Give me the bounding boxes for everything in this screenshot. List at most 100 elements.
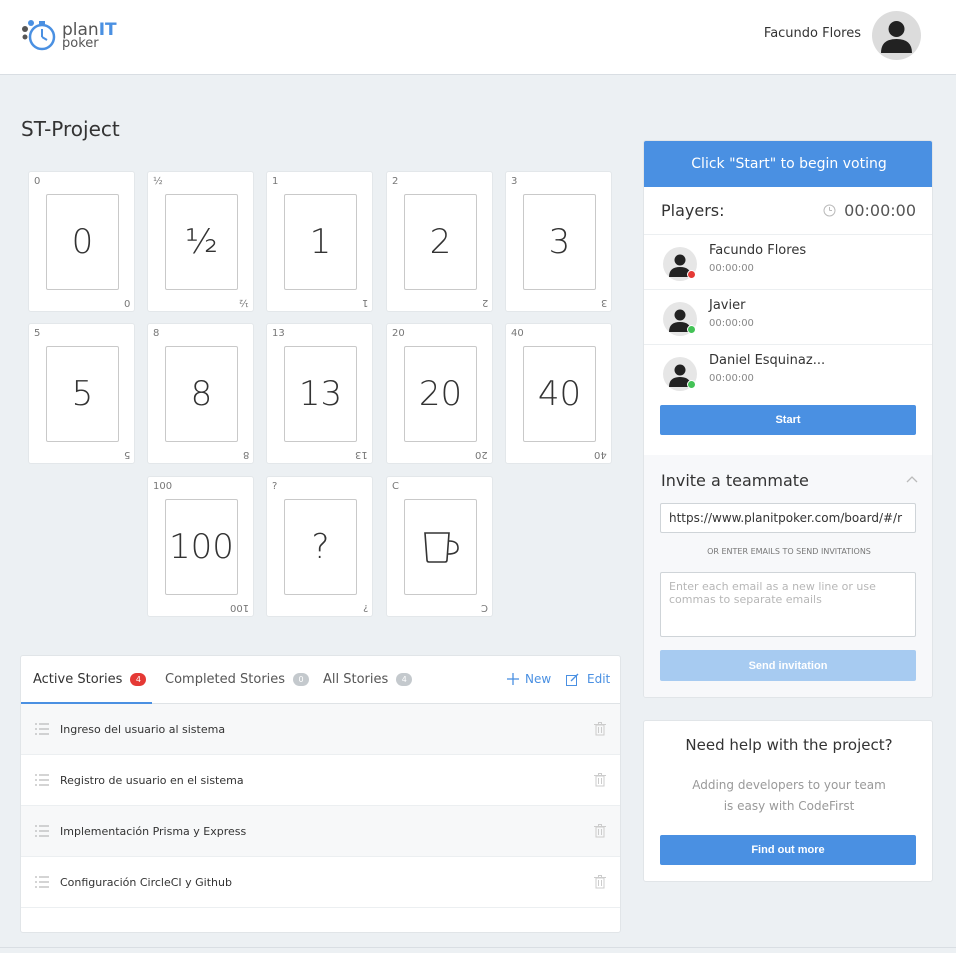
story-title: Implementación Prisma y Express: [60, 824, 247, 838]
card-face-value: 40: [523, 346, 596, 442]
card-corner-label: C: [392, 481, 399, 492]
card-face-value: 8: [165, 346, 238, 442]
poker-card[interactable]: 555: [28, 323, 135, 464]
trash-icon[interactable]: [594, 875, 606, 889]
story-row[interactable]: Implementación Prisma y Express: [21, 806, 620, 857]
card-face-value: 0: [46, 194, 119, 290]
new-story-button[interactable]: New: [507, 672, 551, 686]
poker-card[interactable]: ½½½: [147, 171, 254, 312]
card-corner-label: 100: [153, 481, 173, 492]
email-invite-field[interactable]: [660, 572, 916, 637]
help-text-line: Adding developers to your team: [692, 778, 886, 792]
count-badge: 4: [396, 673, 413, 686]
send-invitation-button[interactable]: Send invitation: [660, 650, 916, 681]
card-corner-label: 0: [34, 176, 41, 187]
poker-card[interactable]: 333: [505, 171, 612, 312]
stories-panel: Active Stories 4 Completed Stories 0 All…: [20, 655, 621, 933]
stopwatch-logo-icon: [22, 20, 56, 51]
user-silhouette-icon: [881, 21, 912, 53]
player-time: 00:00:00: [709, 318, 754, 329]
trash-icon[interactable]: [594, 773, 606, 787]
help-text: Adding developers to your team is easy w…: [644, 775, 934, 817]
count-badge: 0: [293, 673, 310, 686]
poker-card[interactable]: CC: [386, 476, 493, 617]
tab-active-stories[interactable]: Active Stories 4: [33, 672, 147, 687]
poker-card[interactable]: 222: [386, 171, 493, 312]
drag-handle-icon[interactable]: [35, 876, 49, 888]
presence-status-dot: [687, 270, 696, 279]
story-title: Ingreso del usuario al sistema: [60, 722, 226, 736]
trash-icon[interactable]: [594, 824, 606, 838]
help-title: Need help with the project?: [685, 736, 893, 754]
card-face-value: ½: [165, 194, 238, 290]
player-row: Daniel Esquinaz... 00:00:00: [644, 344, 932, 398]
card-corner-label: 40: [511, 328, 524, 339]
card-face-value: 20: [404, 346, 477, 442]
chevron-up-icon[interactable]: [906, 475, 918, 483]
card-corner-label: 2: [481, 297, 488, 308]
card-face-value: 3: [523, 194, 596, 290]
find-out-more-button[interactable]: Find out more: [660, 835, 916, 865]
card-face-value: 1: [284, 194, 357, 290]
card-corner-label: 8: [242, 449, 249, 460]
header-user-name[interactable]: Facundo Flores: [764, 26, 861, 41]
timer-value: 00:00:00: [844, 201, 916, 220]
card-corner-label: ½: [239, 297, 249, 308]
tab-completed-stories[interactable]: Completed Stories 0: [165, 672, 310, 687]
tab-label: Completed Stories: [165, 672, 286, 687]
player-name: Javier: [709, 298, 746, 313]
story-row[interactable]: Registro de usuario en el sistema: [21, 755, 620, 806]
poker-card[interactable]: ???: [266, 476, 373, 617]
card-face-value: 13: [284, 346, 357, 442]
card-corner-label: 2: [392, 176, 399, 187]
players-label: Players:: [661, 201, 725, 220]
card-face-value: ?: [284, 499, 357, 595]
trash-icon[interactable]: [594, 722, 606, 736]
new-label: New: [525, 672, 552, 686]
card-corner-label: 3: [600, 297, 607, 308]
invite-section: Invite a teammate OR ENTER EMAILS TO SEN…: [644, 455, 932, 697]
poker-card[interactable]: 111: [266, 171, 373, 312]
planit-poker-logo[interactable]: planIT poker: [20, 16, 130, 56]
presence-status-dot: [687, 325, 696, 334]
card-corner-label: 5: [123, 449, 130, 460]
poker-card[interactable]: 13 13 13: [266, 323, 373, 464]
poker-card[interactable]: 888: [147, 323, 254, 464]
invite-url-field[interactable]: [660, 503, 916, 533]
card-corner-label: 100: [229, 602, 249, 613]
card-corner-label: 20: [392, 328, 405, 339]
voting-panel: Click "Start" to begin voting Players: 0…: [643, 140, 933, 698]
card-corner-label: 13: [355, 449, 368, 460]
poker-card[interactable]: 000: [28, 171, 135, 312]
story-row[interactable]: Ingreso del usuario al sistema: [21, 704, 620, 755]
edit-label: Edit: [587, 672, 611, 686]
tab-all-stories[interactable]: All Stories 4: [323, 672, 413, 687]
card-corner-label: 1: [272, 176, 279, 187]
top-header: planIT poker Facundo Flores: [0, 0, 956, 75]
presence-status-dot: [687, 380, 696, 389]
invite-title: Invite a teammate: [661, 471, 809, 490]
card-corner-label: 20: [475, 449, 488, 460]
voting-timer: 00:00:00: [823, 201, 916, 220]
card-corner-label: 8: [153, 328, 160, 339]
poker-card[interactable]: 40 40 40: [505, 323, 612, 464]
card-face-value: 100: [165, 499, 238, 595]
count-badge: 4: [130, 673, 147, 686]
card-corner-label: 1: [361, 297, 368, 308]
drag-handle-icon[interactable]: [35, 723, 49, 735]
drag-handle-icon[interactable]: [35, 774, 49, 786]
poker-card[interactable]: 20 20 20: [386, 323, 493, 464]
player-time: 00:00:00: [709, 373, 754, 384]
card-corner-label: 13: [272, 328, 285, 339]
card-corner-label: 5: [34, 328, 41, 339]
logo-wordmark: planIT poker: [62, 22, 117, 51]
card-corner-label: ½: [153, 176, 163, 187]
edit-icon: [566, 673, 579, 686]
poker-card[interactable]: 100 100 100: [147, 476, 254, 617]
edit-stories-button[interactable]: Edit: [566, 672, 610, 686]
story-row[interactable]: Configuración CircleCI y Github: [21, 857, 620, 908]
player-time: 00:00:00: [709, 263, 754, 274]
drag-handle-icon[interactable]: [35, 825, 49, 837]
start-button[interactable]: Start: [660, 405, 916, 435]
user-avatar[interactable]: [872, 11, 921, 60]
